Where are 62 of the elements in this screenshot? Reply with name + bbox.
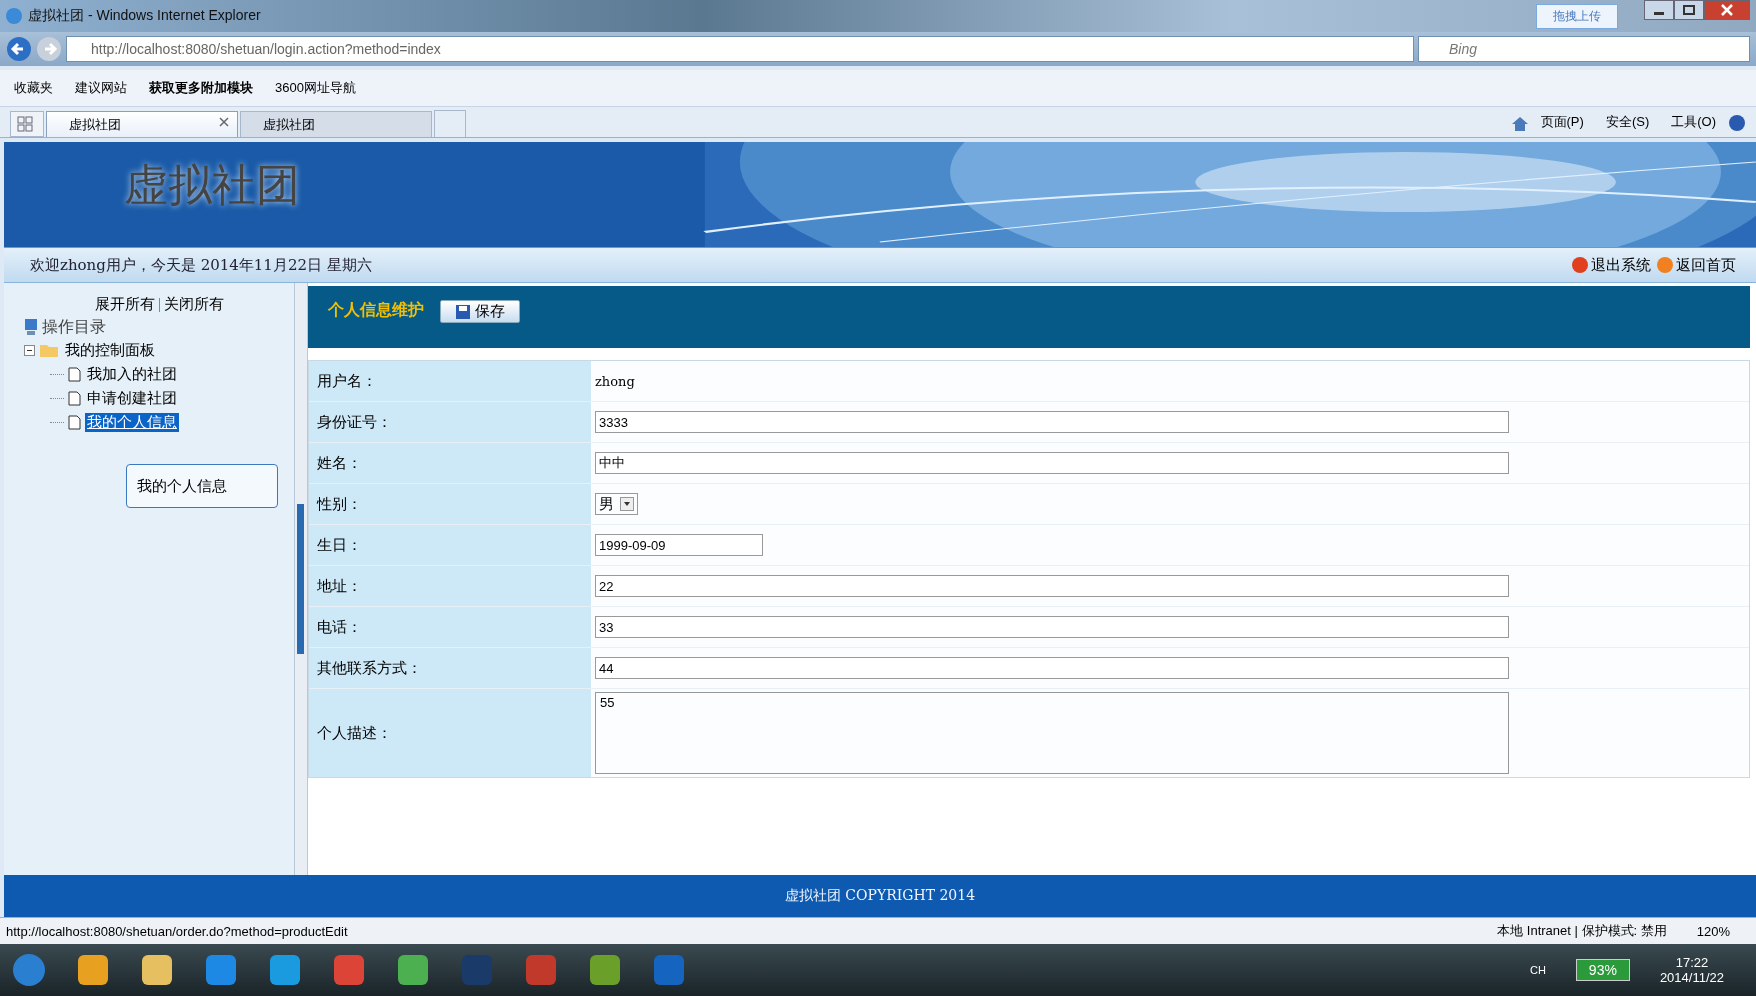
clock-time[interactable]: 17:22 <box>1675 955 1709 970</box>
back-button[interactable] <box>6 36 32 62</box>
browser-tab[interactable]: 虚拟社团 <box>240 111 432 137</box>
text-area[interactable]: 55 <box>595 692 1509 774</box>
favorites-item[interactable]: 收藏夹 <box>14 79 53 97</box>
clock-date[interactable]: 2014/11/22 <box>1659 970 1724 985</box>
gender-dropdown[interactable]: 男 <box>595 493 638 515</box>
status-url: http://localhost:8080/shetuan/order.do?method=productEdit <box>6 923 348 939</box>
menu-button[interactable]: 页面(P) <box>1540 113 1584 131</box>
date-field[interactable]: 1999-09-09 <box>595 534 763 556</box>
tree-item[interactable]: 我加入的社团 <box>85 364 179 384</box>
home-link[interactable]: 返回首页 <box>1657 255 1736 275</box>
input-field[interactable]: 3333 <box>595 411 1509 433</box>
battery-indicator[interactable]: 93% <box>1575 959 1630 981</box>
favorites-item[interactable]: 3600网址导航 <box>275 79 356 97</box>
expand-all-link[interactable]: 展开所有 <box>94 295 155 314</box>
form-title: 个人信息维护 <box>328 300 424 320</box>
tree-item[interactable]: 我的控制面板 <box>63 340 157 360</box>
favorites-item[interactable]: 建议网站 <box>75 79 127 97</box>
menu-button[interactable]: 安全(S) <box>1605 113 1650 131</box>
field-label: 用户名： <box>309 361 592 401</box>
site-title: 虚拟社团 <box>124 158 300 212</box>
input-field[interactable]: 33 <box>595 616 1509 638</box>
copyright-text: 虚拟社团 COPYRIGHT 2014 <box>784 887 976 905</box>
field-label: 其他联系方式： <box>309 648 592 688</box>
tree-item[interactable]: 申请创建社团 <box>85 388 179 408</box>
minimize-icon[interactable] <box>1644 0 1674 20</box>
zoom-button[interactable]: 120% <box>1696 923 1730 939</box>
tooltip: 我的个人信息 <box>126 464 278 508</box>
security-zone: 本地 Intranet | 保护模式: 禁用 <box>1497 922 1667 940</box>
field-label: 身份证号： <box>309 402 592 442</box>
field-label: 性别： <box>309 484 592 524</box>
input-field[interactable]: 22 <box>595 575 1509 597</box>
upload-button[interactable]: 拖拽上传 <box>1536 3 1618 29</box>
address-field[interactable]: http://localhost:8080/shetuan/login.action?method=index <box>66 36 1414 62</box>
username-value: zhong <box>595 373 635 389</box>
logout-link[interactable]: 退出系统 <box>1572 255 1651 275</box>
close-icon[interactable] <box>1704 0 1750 20</box>
input-method-indicator[interactable]: CH <box>1529 964 1546 976</box>
collapse-all-link[interactable]: 关闭所有 <box>163 295 224 314</box>
close-icon[interactable] <box>219 117 229 127</box>
input-field[interactable]: 中中 <box>595 452 1509 474</box>
menu-button[interactable]: 工具(O) <box>1671 113 1716 131</box>
browser-tab[interactable]: 虚拟社团 <box>46 111 238 137</box>
input-field[interactable]: 44 <box>595 657 1509 679</box>
field-label: 个人描述： <box>309 689 592 777</box>
minus-box-icon[interactable] <box>24 344 35 356</box>
tree-item[interactable]: 我的个人信息 <box>85 412 179 432</box>
field-label: 地址： <box>309 566 592 606</box>
window-title: 虚拟社团 - Windows Internet Explorer <box>28 7 261 25</box>
collapse-handle[interactable] <box>297 504 304 654</box>
search-field[interactable]: Bing <box>1418 36 1750 62</box>
field-label: 姓名： <box>309 443 592 483</box>
restore-icon[interactable] <box>1674 0 1704 20</box>
home-icon[interactable] <box>1510 116 1529 132</box>
field-label: 生日： <box>309 525 592 565</box>
tree-root-label: 操作目录 <box>42 316 106 337</box>
field-label: 电话： <box>309 607 592 647</box>
computer-icon <box>24 318 38 336</box>
save-button[interactable]: 保存 <box>440 300 520 323</box>
favorites-item[interactable]: 获取更多附加模块 <box>149 79 253 97</box>
welcome-text: 欢迎zhong用户，今天是 2014年11月22日 星期六 <box>30 255 372 275</box>
